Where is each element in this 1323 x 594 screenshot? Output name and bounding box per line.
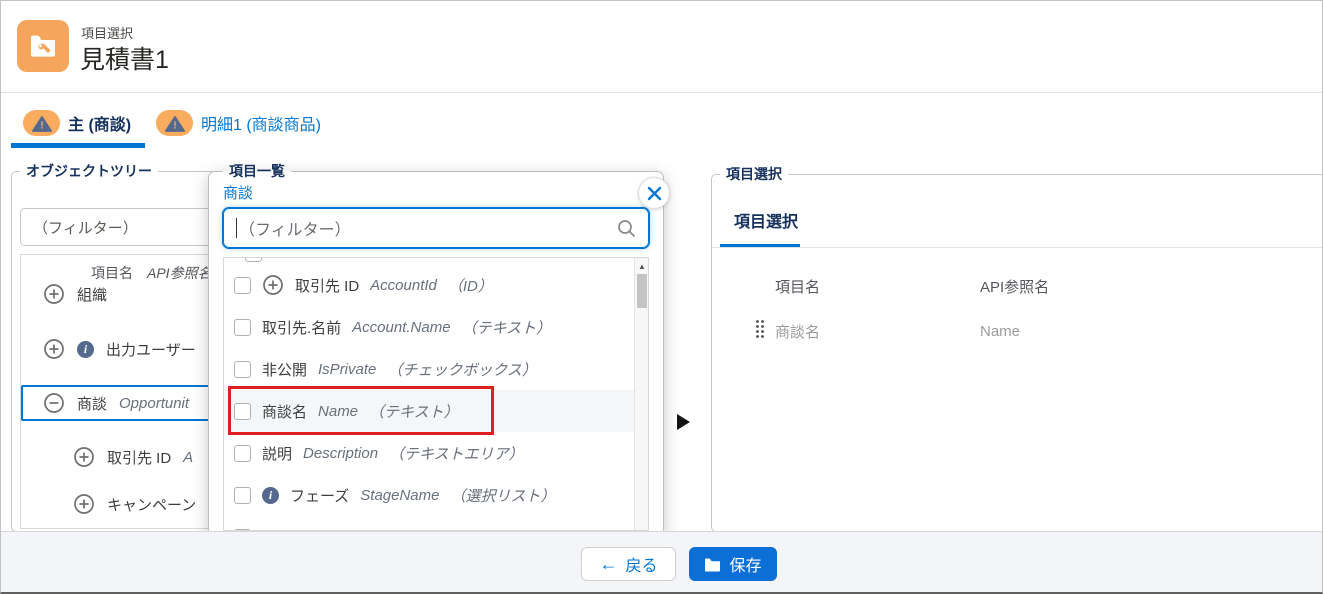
field-type: （選択リスト） bbox=[450, 487, 556, 505]
field-selection-tab-underline bbox=[712, 244, 1322, 248]
checkbox[interactable] bbox=[234, 318, 251, 336]
col-field-name: 項目名 bbox=[775, 279, 821, 296]
field-name: 非公開 bbox=[262, 361, 308, 379]
search-icon bbox=[617, 219, 636, 243]
field-api: Description bbox=[303, 444, 379, 462]
field-type: （チェックボックス） bbox=[387, 361, 537, 379]
tab-detail1-lineitem[interactable]: ! 明細1 (商談商品) bbox=[156, 107, 321, 139]
expand-plus-icon[interactable] bbox=[262, 274, 284, 296]
tree-item-label: 取引先 ID bbox=[107, 449, 172, 467]
save-folder-icon bbox=[705, 558, 721, 571]
object-link-opportunity[interactable]: 商談 bbox=[223, 182, 253, 203]
field-type: （テキスト） bbox=[461, 319, 552, 337]
expand-plus-icon bbox=[73, 528, 95, 529]
active-tab-underline bbox=[11, 143, 145, 148]
field-list-item-accountid[interactable]: 取引先 ID AccountId （ID） bbox=[224, 264, 634, 306]
save-button-label: 保存 bbox=[729, 558, 762, 575]
folder-wrench-icon bbox=[31, 35, 55, 57]
warning-icon: ! bbox=[156, 110, 193, 136]
field-list-item-amount[interactable]: 金額 Amount （通貨） bbox=[224, 516, 634, 530]
field-api: Account.Name bbox=[352, 318, 451, 336]
selected-fields-table: 項目名 API参照名 商談名 Name bbox=[712, 276, 1322, 343]
page-header: 項目選択 見積書1 bbox=[1, 1, 1322, 93]
checkbox[interactable] bbox=[234, 276, 251, 294]
field-selection-legend: 項目選択 bbox=[726, 166, 782, 182]
warning-icon: ! bbox=[23, 110, 60, 136]
expand-plus-icon[interactable] bbox=[73, 446, 95, 468]
checkbox[interactable] bbox=[234, 486, 251, 504]
field-list-item-description[interactable]: 説明 Description （テキストエリア） bbox=[224, 432, 634, 474]
svg-text:!: ! bbox=[173, 120, 176, 131]
object-tree-legend: オブジェクトツリー bbox=[26, 163, 152, 179]
close-icon bbox=[647, 186, 661, 200]
field-type: （ID） bbox=[447, 277, 493, 295]
action-footer: ← 戻る 保存 bbox=[1, 531, 1322, 592]
tree-item-api: Opportunit bbox=[119, 394, 190, 412]
tree-item-label: 商談 bbox=[77, 395, 108, 413]
sheet-tabs: ! 主 (商談) ! 明細1 (商談商品) bbox=[1, 93, 1322, 151]
collapse-minus-icon[interactable] bbox=[43, 392, 65, 414]
selected-fields-header: 項目名 API参照名 bbox=[712, 276, 1322, 297]
field-list-modal: 項目一覧 商談 （フィルター） 取引先 ID AccountId （ID） 取引… bbox=[208, 161, 670, 541]
field-list-item-account-name[interactable]: 取引先.名前 Account.Name （テキスト） bbox=[224, 306, 634, 348]
expand-panel-arrow[interactable] bbox=[677, 414, 690, 430]
info-icon: i bbox=[262, 486, 279, 504]
tree-item-label: 出力ユーザー bbox=[106, 341, 196, 359]
scrollbar-thumb[interactable] bbox=[637, 274, 647, 308]
field-name: フェーズ bbox=[290, 487, 350, 505]
tab-main-opportunity[interactable]: ! 主 (商談) bbox=[23, 107, 131, 139]
tab-field-selection[interactable]: 項目選択 bbox=[734, 208, 798, 232]
page-title: 見積書1 bbox=[80, 46, 169, 74]
checkbox[interactable] bbox=[234, 444, 251, 462]
col-api-name: API参照名 bbox=[980, 279, 1050, 296]
scroll-up-arrow[interactable]: ▲ bbox=[635, 260, 648, 273]
field-selection-panel: 項目選択 項目選択 項目名 API参照名 商談名 Name bbox=[711, 164, 1322, 532]
tree-item-label: キャンペーン bbox=[107, 496, 197, 514]
field-name: 取引先.名前 bbox=[262, 319, 342, 337]
field-api: IsPrivate bbox=[318, 360, 377, 378]
checkbox[interactable] bbox=[245, 258, 262, 262]
field-api: AccountId bbox=[370, 276, 437, 294]
back-button[interactable]: ← 戻る bbox=[581, 547, 676, 581]
field-api: StageName bbox=[360, 486, 440, 504]
field-list-legend: 項目一覧 bbox=[229, 163, 285, 179]
expand-plus-icon[interactable] bbox=[73, 493, 95, 515]
selected-field-row[interactable]: 商談名 Name bbox=[712, 319, 1322, 343]
tab-detail1-label: 明細1 (商談商品) bbox=[201, 117, 322, 134]
custom-object-icon bbox=[17, 20, 69, 72]
field-type: （テキスト） bbox=[369, 403, 459, 421]
text-cursor bbox=[236, 218, 237, 238]
field-selection-window: 項目選択 見積書1 ! 主 (商談) ! 明細1 (商談商品) オブジェクトツリ… bbox=[0, 0, 1323, 594]
tree-item-label: 組織 bbox=[77, 286, 108, 304]
checkbox[interactable] bbox=[234, 360, 251, 378]
selected-field-name: 商談名 bbox=[775, 323, 821, 341]
tab-main-label: 主 (商談) bbox=[68, 117, 132, 134]
field-name: 説明 bbox=[262, 445, 293, 463]
back-arrow-icon: ← bbox=[599, 554, 618, 574]
field-name: 商談名 bbox=[262, 403, 308, 421]
field-list-item-isprivate[interactable]: 非公開 IsPrivate （チェックボックス） bbox=[224, 348, 634, 390]
field-type: （テキストエリア） bbox=[389, 445, 524, 463]
tree-item-api: A bbox=[183, 448, 194, 466]
drag-handle-icon[interactable] bbox=[755, 319, 775, 343]
svg-text:!: ! bbox=[40, 120, 43, 131]
modal-close-button[interactable] bbox=[638, 177, 670, 209]
field-api: Name bbox=[318, 402, 359, 420]
expand-plus-icon[interactable] bbox=[43, 338, 65, 360]
selected-field-api: Name bbox=[980, 322, 1021, 340]
info-icon: i bbox=[77, 340, 94, 358]
field-filter-input[interactable]: （フィルター） bbox=[223, 208, 649, 248]
field-list-item-stagename[interactable]: i フェーズ StageName （選択リスト） bbox=[224, 474, 634, 516]
filter-placeholder: （フィルター） bbox=[33, 219, 138, 237]
scrollbar[interactable]: ▲ bbox=[634, 258, 648, 530]
save-button[interactable]: 保存 bbox=[689, 547, 777, 581]
field-list: 取引先 ID AccountId （ID） 取引先.名前 Account.Nam… bbox=[223, 257, 649, 531]
field-list-item-name-highlighted[interactable]: 商談名 Name （テキスト） bbox=[224, 390, 634, 432]
expand-plus-icon[interactable] bbox=[43, 283, 65, 305]
field-name: 取引先 ID bbox=[295, 277, 360, 295]
filter-placeholder: （フィルター） bbox=[239, 222, 351, 239]
checkbox[interactable] bbox=[234, 402, 251, 420]
back-button-label: 戻る bbox=[625, 558, 658, 575]
